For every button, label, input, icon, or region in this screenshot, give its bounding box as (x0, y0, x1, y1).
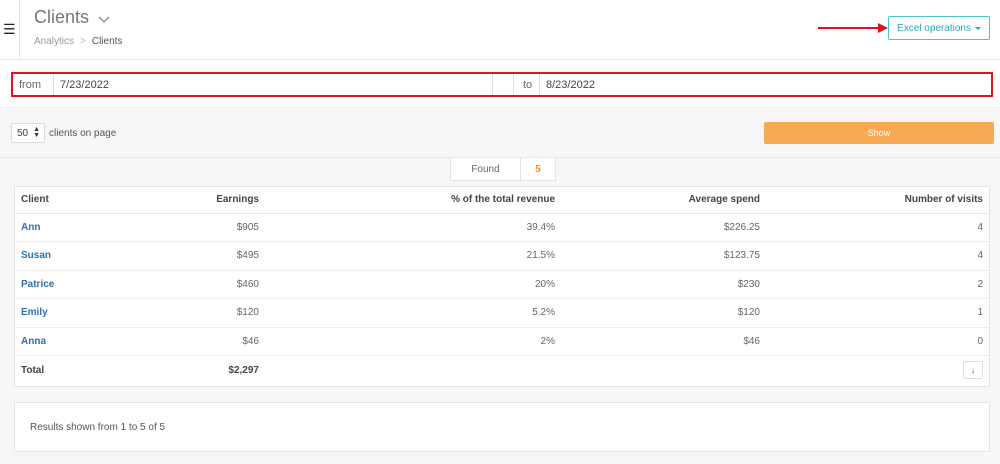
caret-down-icon (974, 27, 981, 30)
per-page-label: clients on page (49, 127, 117, 139)
percent-cell: 5.2% (265, 298, 561, 328)
client-cell: Anna (15, 327, 165, 356)
percent-cell: 21.5% (265, 241, 561, 271)
from-label: from (13, 74, 54, 95)
earnings-cell: $495 (165, 241, 265, 271)
client-cell: Patrice (15, 270, 165, 299)
table-row: Patrice $460 20% $230 2 (15, 270, 989, 299)
visits-cell: 4 (766, 241, 989, 271)
updown-icon: ▲ ▼ (33, 126, 40, 139)
average-spend-cell: $230 (561, 270, 766, 299)
found-count: 5 (535, 163, 541, 175)
client-cell: Emily (15, 298, 165, 328)
table-row: Emily $120 5.2% $120 1 (15, 298, 989, 328)
results-summary: Results shown from 1 to 5 of 5 (14, 402, 990, 452)
visits-cell: 2 (766, 270, 989, 299)
from-date-input[interactable]: 7/23/2022 (54, 74, 493, 95)
column-header-earnings[interactable]: Earnings (165, 187, 265, 214)
per-page-value: 50 (17, 127, 29, 139)
total-label: Total (21, 364, 45, 376)
annotation-arrow (818, 23, 888, 33)
per-page-control: 50 ▲ ▼ clients on page (11, 123, 116, 143)
chevron-down-icon[interactable] (97, 12, 111, 26)
table-row: Ann $905 39.4% $226.25 4 (15, 213, 989, 242)
table-row: Susan $495 21.5% $123.75 4 (15, 241, 989, 271)
header-divider (19, 0, 20, 60)
breadcrumb: Analytics > Clients (34, 36, 122, 47)
percent-cell: 20% (265, 270, 561, 299)
results-text: Results shown from 1 to 5 of 5 (30, 421, 166, 433)
client-link[interactable]: Susan (21, 250, 51, 261)
visits-cell: 4 (766, 213, 989, 242)
average-spend-cell: $120 (561, 298, 766, 328)
percent-cell: 39.4% (265, 213, 561, 242)
client-cell: Ann (15, 213, 165, 242)
date-range-box: from 7/23/2022 to 8/23/2022 (11, 72, 993, 97)
page-title: Clients (34, 7, 90, 27)
download-cell: ↓ (766, 356, 989, 385)
breadcrumb-analytics[interactable]: Analytics (34, 36, 74, 47)
percent-cell: 2% (265, 327, 561, 356)
total-empty-cell (265, 356, 561, 385)
total-empty-cell (561, 356, 766, 385)
average-spend-cell: $123.75 (561, 241, 766, 271)
date-filter-row: from 7/23/2022 to 8/23/2022 (0, 60, 1000, 108)
client-link[interactable]: Emily (21, 307, 48, 318)
per-page-select[interactable]: 50 ▲ ▼ (11, 123, 45, 143)
controls-bar: 50 ▲ ▼ clients on page Show (0, 108, 1000, 158)
column-header-percent[interactable]: % of the total revenue (265, 187, 561, 214)
earnings-cell: $460 (165, 270, 265, 299)
breadcrumb-separator: > (80, 36, 86, 47)
average-spend-cell: $46 (561, 327, 766, 356)
breadcrumb-current: Clients (91, 36, 123, 47)
excel-operations-label: Excel operations (897, 22, 971, 34)
visits-cell: 1 (766, 298, 989, 328)
column-header-visits[interactable]: Number of visits (766, 187, 989, 214)
excel-operations-button[interactable]: Excel operations (888, 16, 990, 40)
total-row: Total $2,297 ↓ (15, 356, 989, 385)
table-row: Anna $46 2% $46 0 (15, 327, 989, 356)
column-header-average-spend[interactable]: Average spend (561, 187, 766, 214)
to-label: to (514, 74, 540, 95)
table-header-row: Client Earnings % of the total revenue A… (15, 187, 989, 214)
client-cell: Susan (15, 241, 165, 271)
earnings-cell: $905 (165, 213, 265, 242)
client-link[interactable]: Anna (21, 336, 46, 347)
column-header-client[interactable]: Client (15, 187, 165, 214)
earnings-cell: $120 (165, 298, 265, 328)
date-range-gap (493, 74, 514, 95)
clients-table: Client Earnings % of the total revenue A… (14, 186, 990, 387)
found-indicator: Found 5 (450, 158, 556, 181)
found-label: Found (451, 158, 521, 180)
show-button[interactable]: Show (764, 122, 994, 144)
average-spend-cell: $226.25 (561, 213, 766, 242)
to-date-input[interactable]: 8/23/2022 (540, 74, 991, 95)
page-header: ☰ Clients Analytics > Clients Excel oper… (0, 0, 1000, 60)
client-link[interactable]: Ann (21, 222, 40, 233)
arrow-down-icon[interactable]: ↓ (963, 361, 983, 380)
visits-cell: 0 (766, 327, 989, 356)
title-row[interactable]: Clients (34, 7, 111, 28)
client-link[interactable]: Patrice (21, 279, 54, 290)
total-earnings: $2,297 (228, 364, 259, 376)
earnings-cell: $46 (165, 327, 265, 356)
hamburger-icon[interactable]: ☰ (3, 22, 17, 38)
